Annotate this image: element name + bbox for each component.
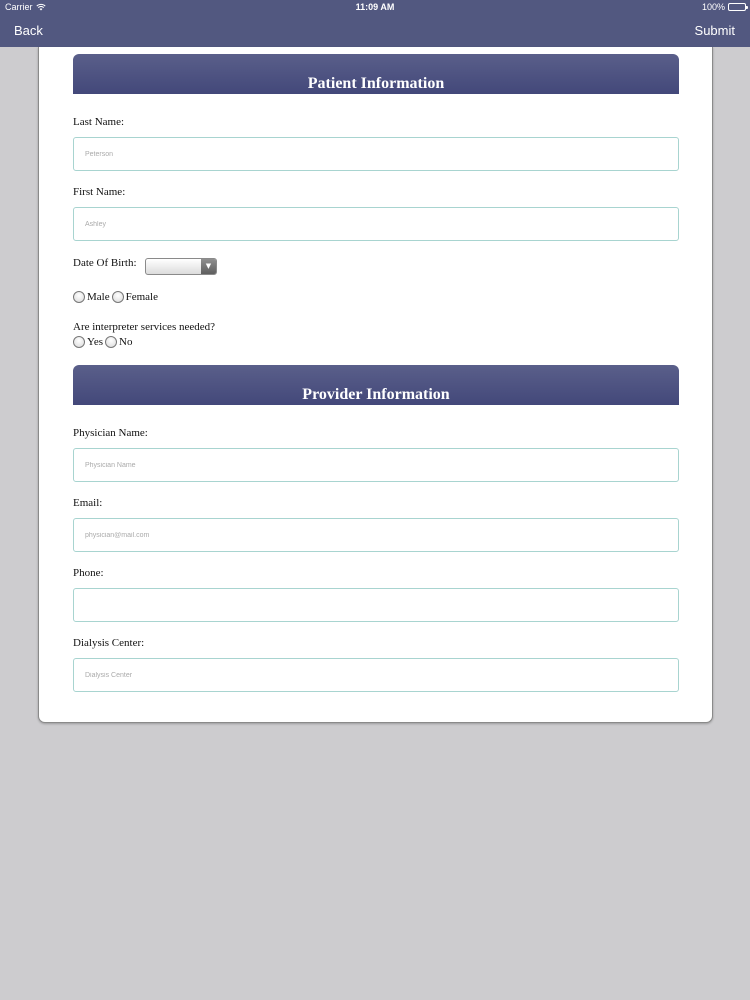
gender-option-male[interactable]: Male [73,291,110,303]
phone-label: Phone: [73,567,104,579]
status-bar: Carrier 11:09 AM 100% [0,0,750,14]
gender-option-female[interactable]: Female [111,291,158,303]
dob-label: Date Of Birth: [73,257,137,269]
dob-select[interactable]: ▼ [145,258,217,275]
interpreter-radio-group: Yes No [73,336,134,348]
battery-percent: 100% [701,2,725,12]
radio-icon[interactable] [73,291,85,303]
first-name-label: First Name: [73,186,126,198]
email-input[interactable] [73,518,679,552]
last-name-label: Last Name: [73,116,125,128]
form-card: Patient Information Last Name: First Nam… [38,47,713,723]
radio-icon[interactable] [73,336,85,348]
dialysis-center-input[interactable] [73,658,679,692]
dropdown-arrow-icon: ▼ [201,259,216,274]
battery-icon [728,3,748,11]
back-button[interactable]: Back [14,22,43,40]
dialysis-center-label: Dialysis Center: [73,637,145,649]
interpreter-option-yes[interactable]: Yes [73,336,103,348]
gender-option-label: Male [87,291,110,303]
provider-section-header: Provider Information [73,365,679,405]
interpreter-option-label: No [119,336,133,348]
interpreter-option-label: Yes [87,336,104,348]
first-name-input[interactable] [73,207,679,241]
interpreter-option-no[interactable]: No [105,336,132,348]
email-label: Email: [73,497,103,509]
patient-section-header: Patient Information [73,54,679,94]
radio-icon[interactable] [105,336,118,348]
physician-name-input[interactable] [73,448,679,482]
physician-name-label: Physician Name: [73,427,148,439]
clock: 11:09 AM [355,2,395,12]
last-name-input[interactable] [73,137,679,171]
radio-icon[interactable] [111,291,124,303]
gender-option-label: Female [125,291,158,303]
phone-input[interactable] [73,588,679,622]
interpreter-question: Are interpreter services needed? [73,321,216,333]
submit-button[interactable]: Submit [695,22,735,40]
battery-indicator: 100% [701,0,748,14]
gender-radio-group: Male Female [73,291,160,303]
navigation-bar: Carrier 11:09 AM 100% Back Submit [0,0,750,47]
